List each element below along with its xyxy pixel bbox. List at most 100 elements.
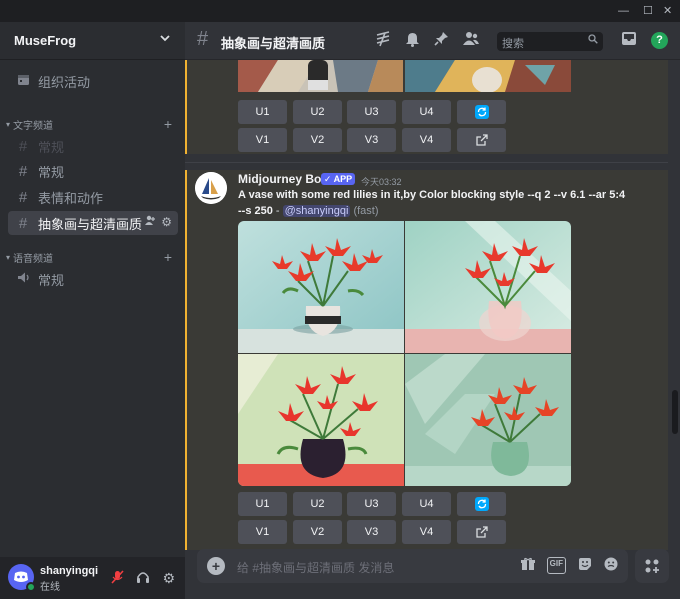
variation-button[interactable]: V2 (293, 520, 342, 544)
variation-button[interactable]: V1 (238, 128, 287, 152)
generation-mode: (fast) (350, 205, 379, 217)
upscale-button[interactable]: U4 (402, 100, 451, 124)
emoji-icon[interactable] (604, 557, 618, 574)
apps-button[interactable] (635, 549, 669, 583)
reroll-button[interactable] (457, 492, 506, 516)
upscale-button[interactable]: U4 (402, 492, 451, 516)
generated-image-lily-1[interactable] (238, 221, 404, 353)
channel-label: 抽象画与超清画质 (38, 216, 143, 232)
generated-image-lily-3[interactable] (238, 354, 404, 486)
generated-image-abstract-1[interactable] (238, 60, 403, 92)
sidebar-voice-channel[interactable]: 常规 (8, 267, 178, 291)
channel-title: 抽象画与超清画质 (221, 36, 326, 51)
hash-icon: # (18, 137, 28, 155)
channel-header: # 抽象画与超清画质 搜索 ? (185, 22, 680, 60)
generated-image-lily-4[interactable] (405, 354, 571, 486)
headphones-icon[interactable] (136, 570, 150, 587)
online-status-dot (26, 582, 36, 592)
hash-icon: # (197, 28, 209, 50)
pin-icon[interactable] (434, 31, 449, 51)
scrollbar-thumb[interactable] (672, 390, 678, 434)
hash-icon: # (18, 214, 28, 232)
server-header[interactable]: MuseFrog (0, 22, 185, 60)
server-name: MuseFrog (14, 33, 77, 48)
sidebar-channel-active[interactable]: # 抽象画与超清画质 ⚙ (8, 211, 178, 235)
search-icon (588, 34, 598, 47)
generated-image-lily-2[interactable] (405, 221, 571, 353)
app-badge: ✓ APP (321, 173, 355, 185)
add-channel-icon[interactable]: + (164, 116, 172, 132)
open-web-button[interactable] (457, 128, 506, 152)
composer-placeholder: 给 #抽象画与超清画质 发消息 (237, 561, 395, 575)
message-divider (185, 162, 668, 163)
category-voice-channels[interactable]: ▾ 语音频道 + (6, 249, 178, 265)
add-channel-icon[interactable]: + (164, 249, 172, 265)
upscale-button[interactable]: U2 (293, 100, 342, 124)
prompt-separator: - (272, 205, 283, 217)
upscale-button[interactable]: U3 (347, 100, 396, 124)
variation-button[interactable]: V3 (347, 128, 396, 152)
variation-button[interactable]: V4 (402, 128, 451, 152)
upscale-button[interactable]: U3 (347, 492, 396, 516)
message-list[interactable]: U1 U2 U3 U4 V1 V2 V3 V4 Midjourney Bot ✓… (185, 60, 680, 550)
bot-avatar[interactable] (195, 172, 227, 204)
gif-button[interactable]: GIF (546, 557, 566, 574)
variation-button[interactable]: V2 (293, 128, 342, 152)
message-author[interactable]: Midjourney Bot (238, 172, 325, 186)
chevron-down-icon: ▾ (6, 252, 11, 262)
variation-button[interactable]: V1 (238, 520, 287, 544)
variation-button[interactable]: V3 (347, 520, 396, 544)
mic-muted-icon[interactable] (111, 570, 125, 587)
hash-icon: # (18, 188, 28, 206)
generated-image-abstract-2[interactable] (405, 60, 571, 92)
category-label: 语音频道 (13, 253, 54, 265)
threads-icon[interactable] (375, 31, 391, 51)
add-member-icon[interactable] (145, 215, 156, 229)
members-icon[interactable] (463, 31, 479, 51)
sidebar-channel[interactable]: # 常规 (8, 134, 178, 158)
chevron-down-icon (159, 32, 171, 47)
upscale-button[interactable]: U1 (238, 492, 287, 516)
mention-highlight-bar (185, 170, 187, 550)
message-content: A vase with some red lilies in it,by Col… (238, 187, 628, 219)
close-button[interactable]: ✕ (663, 4, 672, 18)
hash-icon: # (18, 162, 28, 180)
open-web-button[interactable] (457, 520, 506, 544)
inbox-icon[interactable] (621, 31, 637, 50)
sidebar-item-label: 组织活动 (38, 74, 91, 90)
gear-icon[interactable]: ⚙ (161, 215, 172, 229)
maximize-button[interactable]: ☐ (643, 4, 653, 18)
settings-gear-icon[interactable]: ⚙ (162, 570, 175, 587)
message-composer[interactable]: + 给 #抽象画与超清画质 发消息 GIF (197, 549, 628, 583)
channel-label: 表情和动作 (38, 190, 104, 206)
upscale-button[interactable]: U1 (238, 100, 287, 124)
search-input[interactable]: 搜索 (497, 32, 603, 51)
bell-icon[interactable] (405, 31, 420, 51)
help-icon[interactable]: ? (651, 32, 668, 49)
variation-button[interactable]: V4 (402, 520, 451, 544)
mention-highlight-bar (185, 60, 187, 154)
channel-label: 常规 (38, 164, 65, 180)
sidebar-channel[interactable]: # 表情和动作 (8, 185, 178, 209)
user-mention[interactable]: @shanyingqi (282, 205, 351, 217)
gift-icon[interactable] (520, 557, 535, 574)
category-label: 文字频道 (13, 120, 54, 132)
minimize-button[interactable]: — (618, 4, 629, 18)
main-panel: # 抽象画与超清画质 搜索 ? U1 U2 U3 U4 V1 V2 V3 V4 … (185, 22, 680, 599)
calendar-icon (14, 73, 32, 90)
sticker-icon[interactable] (578, 557, 592, 574)
channel-sidebar: MuseFrog 组织活动 ▾ 文字频道 + # 常规 # 常规 # 表情和动作… (0, 22, 185, 599)
user-panel: shanyingqi 在线 ⚙ (0, 557, 185, 599)
speaker-icon (14, 271, 32, 288)
upscale-button[interactable]: U2 (293, 492, 342, 516)
channel-label: 常规 (38, 139, 65, 155)
attach-plus-icon[interactable]: + (207, 557, 225, 575)
sidebar-item-events[interactable]: 组织活动 (8, 69, 178, 93)
channel-label: 常规 (38, 272, 65, 288)
category-text-channels[interactable]: ▾ 文字频道 + (6, 116, 178, 132)
reroll-button[interactable] (457, 100, 506, 124)
sidebar-channel[interactable]: # 常规 (8, 159, 178, 183)
username: shanyingqi (40, 565, 99, 577)
chevron-down-icon: ▾ (6, 119, 11, 129)
search-placeholder: 搜索 (502, 38, 524, 50)
